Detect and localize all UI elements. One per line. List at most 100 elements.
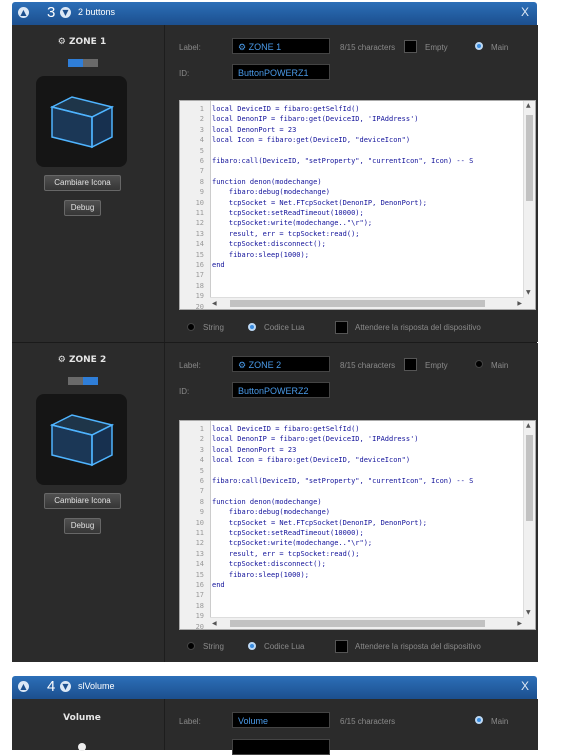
vertical-scroll-thumb[interactable] [526, 115, 533, 201]
code-text: tcpSocket:setReadTimeout(10000); [212, 529, 364, 537]
scroll-left-icon[interactable]: ◀ [212, 300, 217, 307]
scroll-left-icon[interactable]: ◀ [212, 620, 217, 627]
scroll-up-icon[interactable]: ▲ [526, 102, 531, 109]
vertical-scroll-thumb[interactable] [526, 435, 533, 521]
line-number: 16 [195, 261, 204, 269]
volume-title: Volume [63, 713, 101, 723]
line-number: 16 [195, 581, 204, 589]
main-radio[interactable] [475, 716, 483, 724]
char-counter: 8/15 characters [340, 43, 396, 52]
wait-response-checkbox[interactable] [335, 640, 348, 653]
chevron-down-icon[interactable]: ▼ [60, 7, 71, 18]
code-text: fibaro:sleep(1000); [212, 250, 309, 259]
code-text: tcpSocket:write(modechange.."\r"); [212, 219, 373, 228]
scroll-right-icon[interactable]: ▶ [517, 620, 522, 627]
zone-1-title: ⚙ ZONE 1 [57, 37, 107, 47]
main-radio[interactable] [475, 360, 483, 368]
panel-body-3: ⚙ ZONE 1 Cambiare Icona Debug Label: ⚙ Z… [12, 25, 538, 662]
change-icon-button[interactable]: Cambiare Icona [44, 493, 121, 509]
lua-code-editor[interactable]: 1 local DeviceID = fibaro:getSelfId() 2 loc… [179, 100, 536, 310]
scroll-down-icon[interactable]: ▼ [526, 289, 531, 296]
line-number: 18 [195, 601, 204, 610]
collapse-up-icon[interactable]: ▲ [18, 681, 29, 692]
line-number: 7 [199, 487, 204, 496]
line-number: 15 [195, 570, 204, 579]
label-caption: Label: [179, 361, 201, 370]
label-input[interactable]: Volume [232, 712, 330, 728]
empty-checkbox[interactable] [404, 40, 417, 53]
change-icon-button[interactable]: Cambiare Icona [44, 175, 121, 191]
label-input[interactable]: ⚙ ZONE 1 [232, 38, 330, 54]
id-input[interactable]: ButtonPOWERZ1 [232, 64, 330, 80]
lua-code-editor[interactable]: 1 local DeviceID = fibaro:getSelfId() 2 loc… [179, 420, 536, 630]
horizontal-scrollbar[interactable]: ◀ ▶ [210, 297, 524, 309]
empty-label: Empty [425, 361, 448, 370]
label-caption: Label: [179, 717, 201, 726]
zone-2-right: Label: ⚙ ZONE 2 8/15 characters Empty Ma… [164, 343, 538, 662]
zone-2-left: ⚙ ZONE 2 Cambiare Icona Debug [12, 343, 152, 662]
id-input-partial[interactable] [232, 739, 330, 755]
collapse-up-icon[interactable]: ▲ [18, 7, 29, 18]
code-text: fibaro:call(DeviceID, "setProperty", "cu… [212, 157, 474, 165]
line-number: 15 [195, 250, 204, 259]
zone-1-toggle[interactable] [68, 59, 98, 67]
code-text: end [212, 261, 225, 269]
code-text: local Icon = fibaro:get(DeviceID, "devic… [212, 456, 411, 465]
main-label: Main [491, 361, 509, 370]
main-label: Main [491, 717, 509, 726]
line-number: 9 [199, 508, 204, 517]
lua-radio[interactable] [248, 323, 256, 331]
string-radio[interactable] [187, 323, 195, 331]
close-icon[interactable]: X [521, 679, 529, 693]
label-input[interactable]: ⚙ ZONE 2 [232, 356, 330, 372]
line-number: 8 [199, 177, 204, 186]
volume-right: Label: Volume 6/15 characters Main [164, 699, 538, 755]
chevron-down-icon[interactable]: ▼ [60, 681, 71, 692]
zone-2-device-icon [36, 394, 127, 485]
code-text: tcpSocket = Net.FTcpSocket(DenonIP, Deno… [212, 198, 427, 207]
panel-header-3: ▲ 3 ▼ 2 buttons X [12, 2, 537, 25]
line-number: 14 [195, 560, 204, 569]
line-number: 17 [195, 271, 204, 280]
line-number: 12 [195, 539, 204, 548]
line-number: 10 [195, 518, 204, 527]
line-number: 13 [195, 549, 204, 558]
close-icon[interactable]: X [521, 5, 529, 19]
panel-title: 2 buttons [78, 7, 116, 17]
main-radio[interactable] [475, 42, 483, 50]
panel-title: slVolume [78, 681, 115, 691]
debug-button[interactable]: Debug [64, 518, 101, 534]
line-number: 10 [195, 198, 204, 207]
panel-number: 3 [47, 4, 56, 21]
horizontal-scrollbar[interactable]: ◀ ▶ [210, 617, 524, 629]
vertical-scrollbar[interactable]: ▲ ▼ [523, 421, 535, 629]
line-number: 19 [195, 292, 204, 301]
char-counter: 6/15 characters [340, 717, 396, 726]
horizontal-scroll-thumb[interactable] [230, 300, 485, 307]
line-number: 4 [199, 456, 204, 465]
line-number: 1 [199, 105, 204, 113]
line-number: 19 [195, 612, 204, 621]
scroll-right-icon[interactable]: ▶ [517, 300, 522, 307]
horizontal-scroll-thumb[interactable] [230, 620, 485, 627]
line-number: 9 [199, 188, 204, 197]
zone-1-device-icon [36, 76, 127, 167]
zone-2-toggle[interactable] [68, 377, 98, 385]
lua-radio[interactable] [248, 642, 256, 650]
code-text: fibaro:debug(modechange) [212, 508, 331, 517]
debug-button[interactable]: Debug [64, 200, 101, 216]
code-text: fibaro:call(DeviceID, "setProperty", "cu… [212, 477, 474, 485]
wait-response-checkbox[interactable] [335, 321, 348, 334]
line-number: 20 [195, 302, 204, 310]
empty-checkbox[interactable] [404, 358, 417, 371]
scroll-down-icon[interactable]: ▼ [526, 609, 531, 616]
code-text: result, err = tcpSocket:read(); [212, 549, 360, 558]
panel-body-4: Volume Label: Volume 6/15 characters Mai… [12, 699, 538, 755]
code-text: local Icon = fibaro:get(DeviceID, "devic… [212, 136, 411, 145]
vertical-scrollbar[interactable]: ▲ ▼ [523, 101, 535, 309]
scroll-up-icon[interactable]: ▲ [526, 422, 531, 429]
id-input[interactable]: ButtonPOWERZ2 [232, 382, 330, 398]
cube-icon [49, 414, 115, 467]
string-radio[interactable] [187, 642, 195, 650]
line-number: 7 [199, 167, 204, 176]
